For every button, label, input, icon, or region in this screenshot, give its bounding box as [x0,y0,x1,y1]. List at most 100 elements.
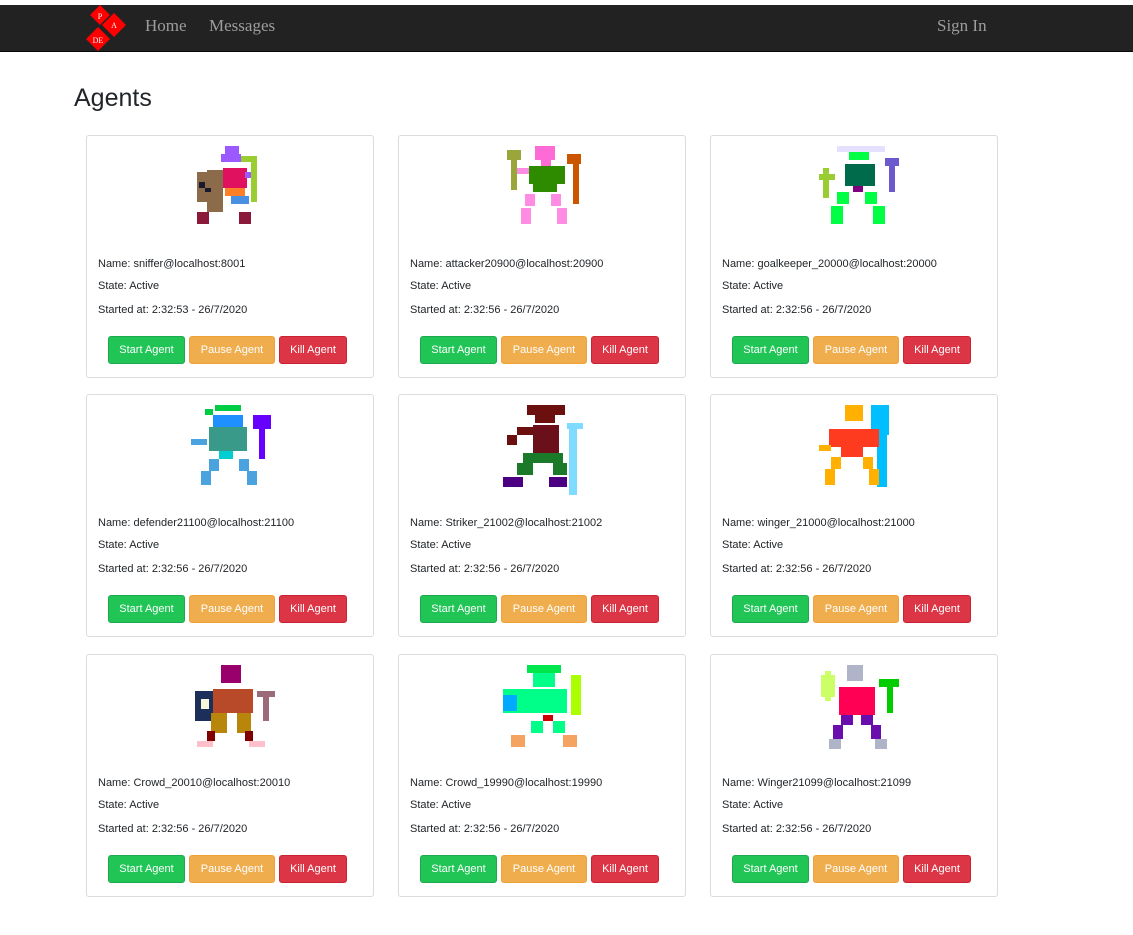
agent-card: Name: attacker20900@localhost:20900 State… [398,135,686,378]
agent-started-at-label: Started at: [410,563,464,575]
agent-state: State: Active [98,799,159,811]
avatar-pixel [823,168,829,198]
logo-letter-p: P [98,12,103,21]
agent-name-value: goalkeeper_20000@localhost:20000 [757,258,937,270]
nav-home-link[interactable]: Home [145,16,187,36]
kill-agent-button[interactable]: Kill Agent [591,855,659,883]
agent-state-value: Active [129,280,160,292]
avatar-pixel [831,457,841,469]
avatar-pixel [553,463,567,475]
kill-agent-button[interactable]: Kill Agent [903,595,971,623]
start-agent-button[interactable]: Start Agent [108,595,185,623]
agent-name-value: sniffer@localhost:8001 [133,258,246,270]
page-title: Agents [74,84,152,112]
avatar-pixel [197,212,209,224]
agent-card: Name: goalkeeper_20000@localhost:20000 St… [710,135,998,378]
avatar-pixel [819,445,831,451]
kill-agent-button[interactable]: Kill Agent [591,595,659,623]
agent-card: Name: Crowd_19990@localhost:19990 State: … [398,654,686,897]
avatar-pixel [873,206,885,224]
avatar-pixel [839,687,875,715]
agent-name-label: Name: [98,517,134,529]
agent-state-value: Active [129,799,160,811]
avatar-pixel [861,715,873,725]
avatar-pixel [551,194,561,206]
kill-agent-button[interactable]: Kill Agent [279,595,347,623]
avatar-pixel [533,673,555,687]
avatar-pixel [571,675,581,715]
sign-in-link[interactable]: Sign In [937,16,987,36]
avatar-pixel [533,184,557,192]
agent-state-label: State: [722,539,754,551]
agent-name-value: defender21100@localhost:21100 [133,517,295,529]
avatar-pixel [543,715,553,721]
start-agent-button[interactable]: Start Agent [420,595,497,623]
avatar-pixel [549,477,567,487]
agent-started-at: Started at: 2:32:56 - 26/7/2020 [722,563,871,575]
avatar-pixel [845,164,875,186]
kill-agent-button[interactable]: Kill Agent [279,855,347,883]
avatar-pixel [527,405,565,415]
agent-state-label: State: [410,280,442,292]
agent-state: State: Active [410,539,471,551]
start-agent-button[interactable]: Start Agent [420,855,497,883]
agent-started-at-label: Started at: [98,304,152,316]
agent-started-at-value: 2:32:56 - 26/7/2020 [775,823,872,835]
agent-started-at-label: Started at: [98,823,152,835]
pade-logo[interactable]: P A DE [86,5,134,52]
agent-card: Name: sniffer@localhost:8001 State: Activ… [86,135,374,378]
agent-name-label: Name: [410,258,446,270]
kill-agent-button[interactable]: Kill Agent [903,855,971,883]
agent-started-at-label: Started at: [98,563,152,575]
pause-agent-button[interactable]: Pause Agent [813,595,899,623]
agent-card: Name: winger_21000@localhost:21000 State:… [710,394,998,637]
agent-started-at-value: 2:32:56 - 26/7/2020 [775,304,872,316]
pause-agent-button[interactable]: Pause Agent [813,336,899,364]
logo-letter-de: DE [93,36,104,45]
avatar-pixel [503,477,523,487]
agent-name-label: Name: [410,777,446,789]
avatar-pixel [511,160,517,190]
navbar: P A DE Home Messages Sign In [0,5,1133,52]
agent-started-at: Started at: 2:32:56 - 26/7/2020 [722,304,871,316]
start-agent-button[interactable]: Start Agent [108,855,185,883]
agent-started-at-value: 2:32:53 - 26/7/2020 [151,304,248,316]
kill-agent-button[interactable]: Kill Agent [591,336,659,364]
avatar-pixel [215,405,241,411]
logo-letter-a: A [111,21,117,30]
agent-state-value: Active [441,799,472,811]
pause-agent-button[interactable]: Pause Agent [501,855,587,883]
start-agent-button[interactable]: Start Agent [420,336,497,364]
agent-state-value: Active [753,539,784,551]
avatar-pixel [209,459,219,471]
avatar-pixel [263,697,269,721]
avatar-pixel [557,208,567,224]
avatar-pixel [567,423,583,429]
kill-agent-button[interactable]: Kill Agent [903,336,971,364]
agent-name: Name: Striker_21002@localhost:21002 [410,517,602,529]
pause-agent-button[interactable]: Pause Agent [813,855,899,883]
kill-agent-button[interactable]: Kill Agent [279,336,347,364]
agent-started-at-value: 2:32:56 - 26/7/2020 [463,563,560,575]
agent-state-label: State: [722,799,754,811]
agent-started-at-label: Started at: [722,563,776,575]
start-agent-button[interactable]: Start Agent [732,595,809,623]
agent-name: Name: goalkeeper_20000@localhost:20000 [722,258,937,270]
nav-messages-link[interactable]: Messages [209,16,275,36]
agent-name: Name: Crowd_19990@localhost:19990 [410,777,602,789]
avatar-pixel [517,427,535,435]
avatar-pixel [525,194,535,206]
pause-agent-button[interactable]: Pause Agent [501,595,587,623]
pause-agent-button[interactable]: Pause Agent [189,336,275,364]
start-agent-button[interactable]: Start Agent [732,855,809,883]
agent-name-label: Name: [410,517,446,529]
agent-state-label: State: [722,280,754,292]
start-agent-button[interactable]: Start Agent [108,336,185,364]
pause-agent-button[interactable]: Pause Agent [189,595,275,623]
agent-state: State: Active [410,280,471,292]
start-agent-button[interactable]: Start Agent [732,336,809,364]
pause-agent-button[interactable]: Pause Agent [189,855,275,883]
pause-agent-button[interactable]: Pause Agent [501,336,587,364]
avatar-pixel [239,459,249,471]
agent-card: Name: Winger21099@localhost:21099 State: … [710,654,998,897]
